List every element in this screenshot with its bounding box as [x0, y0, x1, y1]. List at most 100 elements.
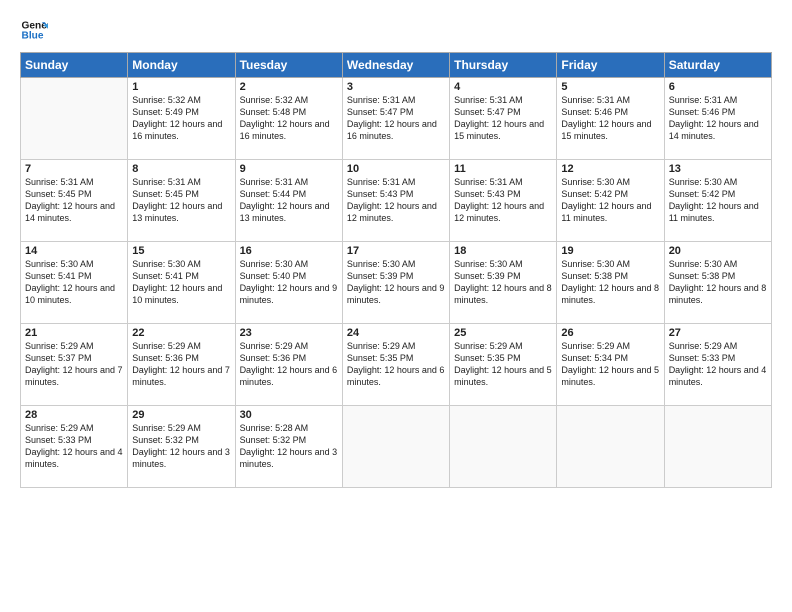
day-number: 21	[25, 327, 123, 339]
day-number: 19	[561, 245, 659, 257]
cell-content: Sunrise: 5:30 AMSunset: 5:39 PMDaylight:…	[454, 258, 552, 307]
calendar-cell: 11 Sunrise: 5:31 AMSunset: 5:43 PMDaylig…	[450, 160, 557, 242]
page: General Blue SundayMondayTuesdayWednesda…	[0, 0, 792, 612]
calendar-cell: 4 Sunrise: 5:31 AMSunset: 5:47 PMDayligh…	[450, 78, 557, 160]
header-row: SundayMondayTuesdayWednesdayThursdayFrid…	[21, 53, 772, 78]
calendar-cell: 20 Sunrise: 5:30 AMSunset: 5:38 PMDaylig…	[664, 242, 771, 324]
cell-content: Sunrise: 5:31 AMSunset: 5:43 PMDaylight:…	[454, 176, 552, 225]
cell-content: Sunrise: 5:32 AMSunset: 5:49 PMDaylight:…	[132, 94, 230, 143]
calendar-cell: 10 Sunrise: 5:31 AMSunset: 5:43 PMDaylig…	[342, 160, 449, 242]
cell-content: Sunrise: 5:29 AMSunset: 5:35 PMDaylight:…	[454, 340, 552, 389]
cell-content: Sunrise: 5:32 AMSunset: 5:48 PMDaylight:…	[240, 94, 338, 143]
calendar-cell	[21, 78, 128, 160]
cell-content: Sunrise: 5:31 AMSunset: 5:46 PMDaylight:…	[561, 94, 659, 143]
day-number: 22	[132, 327, 230, 339]
calendar-cell: 22 Sunrise: 5:29 AMSunset: 5:36 PMDaylig…	[128, 324, 235, 406]
day-number: 18	[454, 245, 552, 257]
day-number: 17	[347, 245, 445, 257]
day-number: 10	[347, 163, 445, 175]
day-number: 9	[240, 163, 338, 175]
day-number: 13	[669, 163, 767, 175]
day-number: 6	[669, 81, 767, 93]
calendar-cell: 16 Sunrise: 5:30 AMSunset: 5:40 PMDaylig…	[235, 242, 342, 324]
cell-content: Sunrise: 5:29 AMSunset: 5:36 PMDaylight:…	[240, 340, 338, 389]
day-number: 7	[25, 163, 123, 175]
day-number: 8	[132, 163, 230, 175]
day-header-thursday: Thursday	[450, 53, 557, 78]
day-number: 11	[454, 163, 552, 175]
cell-content: Sunrise: 5:29 AMSunset: 5:35 PMDaylight:…	[347, 340, 445, 389]
cell-content: Sunrise: 5:31 AMSunset: 5:47 PMDaylight:…	[347, 94, 445, 143]
day-number: 30	[240, 409, 338, 421]
cell-content: Sunrise: 5:31 AMSunset: 5:45 PMDaylight:…	[132, 176, 230, 225]
cell-content: Sunrise: 5:30 AMSunset: 5:39 PMDaylight:…	[347, 258, 445, 307]
calendar-cell: 6 Sunrise: 5:31 AMSunset: 5:46 PMDayligh…	[664, 78, 771, 160]
calendar-cell: 8 Sunrise: 5:31 AMSunset: 5:45 PMDayligh…	[128, 160, 235, 242]
calendar-cell: 19 Sunrise: 5:30 AMSunset: 5:38 PMDaylig…	[557, 242, 664, 324]
svg-text:Blue: Blue	[22, 31, 44, 42]
calendar-cell: 2 Sunrise: 5:32 AMSunset: 5:48 PMDayligh…	[235, 78, 342, 160]
header: General Blue	[20, 16, 772, 44]
calendar-cell: 14 Sunrise: 5:30 AMSunset: 5:41 PMDaylig…	[21, 242, 128, 324]
calendar-cell	[557, 406, 664, 488]
cell-content: Sunrise: 5:28 AMSunset: 5:32 PMDaylight:…	[240, 422, 338, 471]
calendar-cell: 15 Sunrise: 5:30 AMSunset: 5:41 PMDaylig…	[128, 242, 235, 324]
day-number: 27	[669, 327, 767, 339]
calendar-cell: 1 Sunrise: 5:32 AMSunset: 5:49 PMDayligh…	[128, 78, 235, 160]
calendar-cell: 25 Sunrise: 5:29 AMSunset: 5:35 PMDaylig…	[450, 324, 557, 406]
cell-content: Sunrise: 5:29 AMSunset: 5:33 PMDaylight:…	[669, 340, 767, 389]
cell-content: Sunrise: 5:30 AMSunset: 5:38 PMDaylight:…	[669, 258, 767, 307]
calendar-cell	[450, 406, 557, 488]
day-number: 28	[25, 409, 123, 421]
cell-content: Sunrise: 5:31 AMSunset: 5:45 PMDaylight:…	[25, 176, 123, 225]
week-row-2: 14 Sunrise: 5:30 AMSunset: 5:41 PMDaylig…	[21, 242, 772, 324]
cell-content: Sunrise: 5:30 AMSunset: 5:42 PMDaylight:…	[561, 176, 659, 225]
day-number: 3	[347, 81, 445, 93]
day-number: 26	[561, 327, 659, 339]
calendar-cell: 17 Sunrise: 5:30 AMSunset: 5:39 PMDaylig…	[342, 242, 449, 324]
cell-content: Sunrise: 5:29 AMSunset: 5:37 PMDaylight:…	[25, 340, 123, 389]
cell-content: Sunrise: 5:31 AMSunset: 5:43 PMDaylight:…	[347, 176, 445, 225]
day-number: 15	[132, 245, 230, 257]
week-row-0: 1 Sunrise: 5:32 AMSunset: 5:49 PMDayligh…	[21, 78, 772, 160]
day-number: 24	[347, 327, 445, 339]
calendar-cell: 5 Sunrise: 5:31 AMSunset: 5:46 PMDayligh…	[557, 78, 664, 160]
calendar-cell: 26 Sunrise: 5:29 AMSunset: 5:34 PMDaylig…	[557, 324, 664, 406]
calendar-cell: 27 Sunrise: 5:29 AMSunset: 5:33 PMDaylig…	[664, 324, 771, 406]
calendar-cell: 29 Sunrise: 5:29 AMSunset: 5:32 PMDaylig…	[128, 406, 235, 488]
day-number: 4	[454, 81, 552, 93]
day-header-saturday: Saturday	[664, 53, 771, 78]
calendar-cell: 18 Sunrise: 5:30 AMSunset: 5:39 PMDaylig…	[450, 242, 557, 324]
cell-content: Sunrise: 5:30 AMSunset: 5:42 PMDaylight:…	[669, 176, 767, 225]
calendar-cell: 9 Sunrise: 5:31 AMSunset: 5:44 PMDayligh…	[235, 160, 342, 242]
week-row-4: 28 Sunrise: 5:29 AMSunset: 5:33 PMDaylig…	[21, 406, 772, 488]
cell-content: Sunrise: 5:30 AMSunset: 5:40 PMDaylight:…	[240, 258, 338, 307]
day-number: 16	[240, 245, 338, 257]
cell-content: Sunrise: 5:31 AMSunset: 5:47 PMDaylight:…	[454, 94, 552, 143]
day-header-tuesday: Tuesday	[235, 53, 342, 78]
calendar-cell: 7 Sunrise: 5:31 AMSunset: 5:45 PMDayligh…	[21, 160, 128, 242]
day-number: 5	[561, 81, 659, 93]
cell-content: Sunrise: 5:31 AMSunset: 5:44 PMDaylight:…	[240, 176, 338, 225]
day-number: 23	[240, 327, 338, 339]
day-number: 2	[240, 81, 338, 93]
calendar-cell: 21 Sunrise: 5:29 AMSunset: 5:37 PMDaylig…	[21, 324, 128, 406]
logo-icon: General Blue	[20, 16, 48, 44]
calendar-cell: 12 Sunrise: 5:30 AMSunset: 5:42 PMDaylig…	[557, 160, 664, 242]
day-number: 20	[669, 245, 767, 257]
cell-content: Sunrise: 5:30 AMSunset: 5:41 PMDaylight:…	[132, 258, 230, 307]
calendar-cell: 13 Sunrise: 5:30 AMSunset: 5:42 PMDaylig…	[664, 160, 771, 242]
day-number: 14	[25, 245, 123, 257]
calendar-cell: 28 Sunrise: 5:29 AMSunset: 5:33 PMDaylig…	[21, 406, 128, 488]
day-number: 29	[132, 409, 230, 421]
cell-content: Sunrise: 5:29 AMSunset: 5:34 PMDaylight:…	[561, 340, 659, 389]
week-row-1: 7 Sunrise: 5:31 AMSunset: 5:45 PMDayligh…	[21, 160, 772, 242]
week-row-3: 21 Sunrise: 5:29 AMSunset: 5:37 PMDaylig…	[21, 324, 772, 406]
day-number: 25	[454, 327, 552, 339]
day-number: 12	[561, 163, 659, 175]
calendar-cell: 3 Sunrise: 5:31 AMSunset: 5:47 PMDayligh…	[342, 78, 449, 160]
calendar-table: SundayMondayTuesdayWednesdayThursdayFrid…	[20, 52, 772, 488]
cell-content: Sunrise: 5:30 AMSunset: 5:41 PMDaylight:…	[25, 258, 123, 307]
cell-content: Sunrise: 5:29 AMSunset: 5:32 PMDaylight:…	[132, 422, 230, 471]
cell-content: Sunrise: 5:30 AMSunset: 5:38 PMDaylight:…	[561, 258, 659, 307]
